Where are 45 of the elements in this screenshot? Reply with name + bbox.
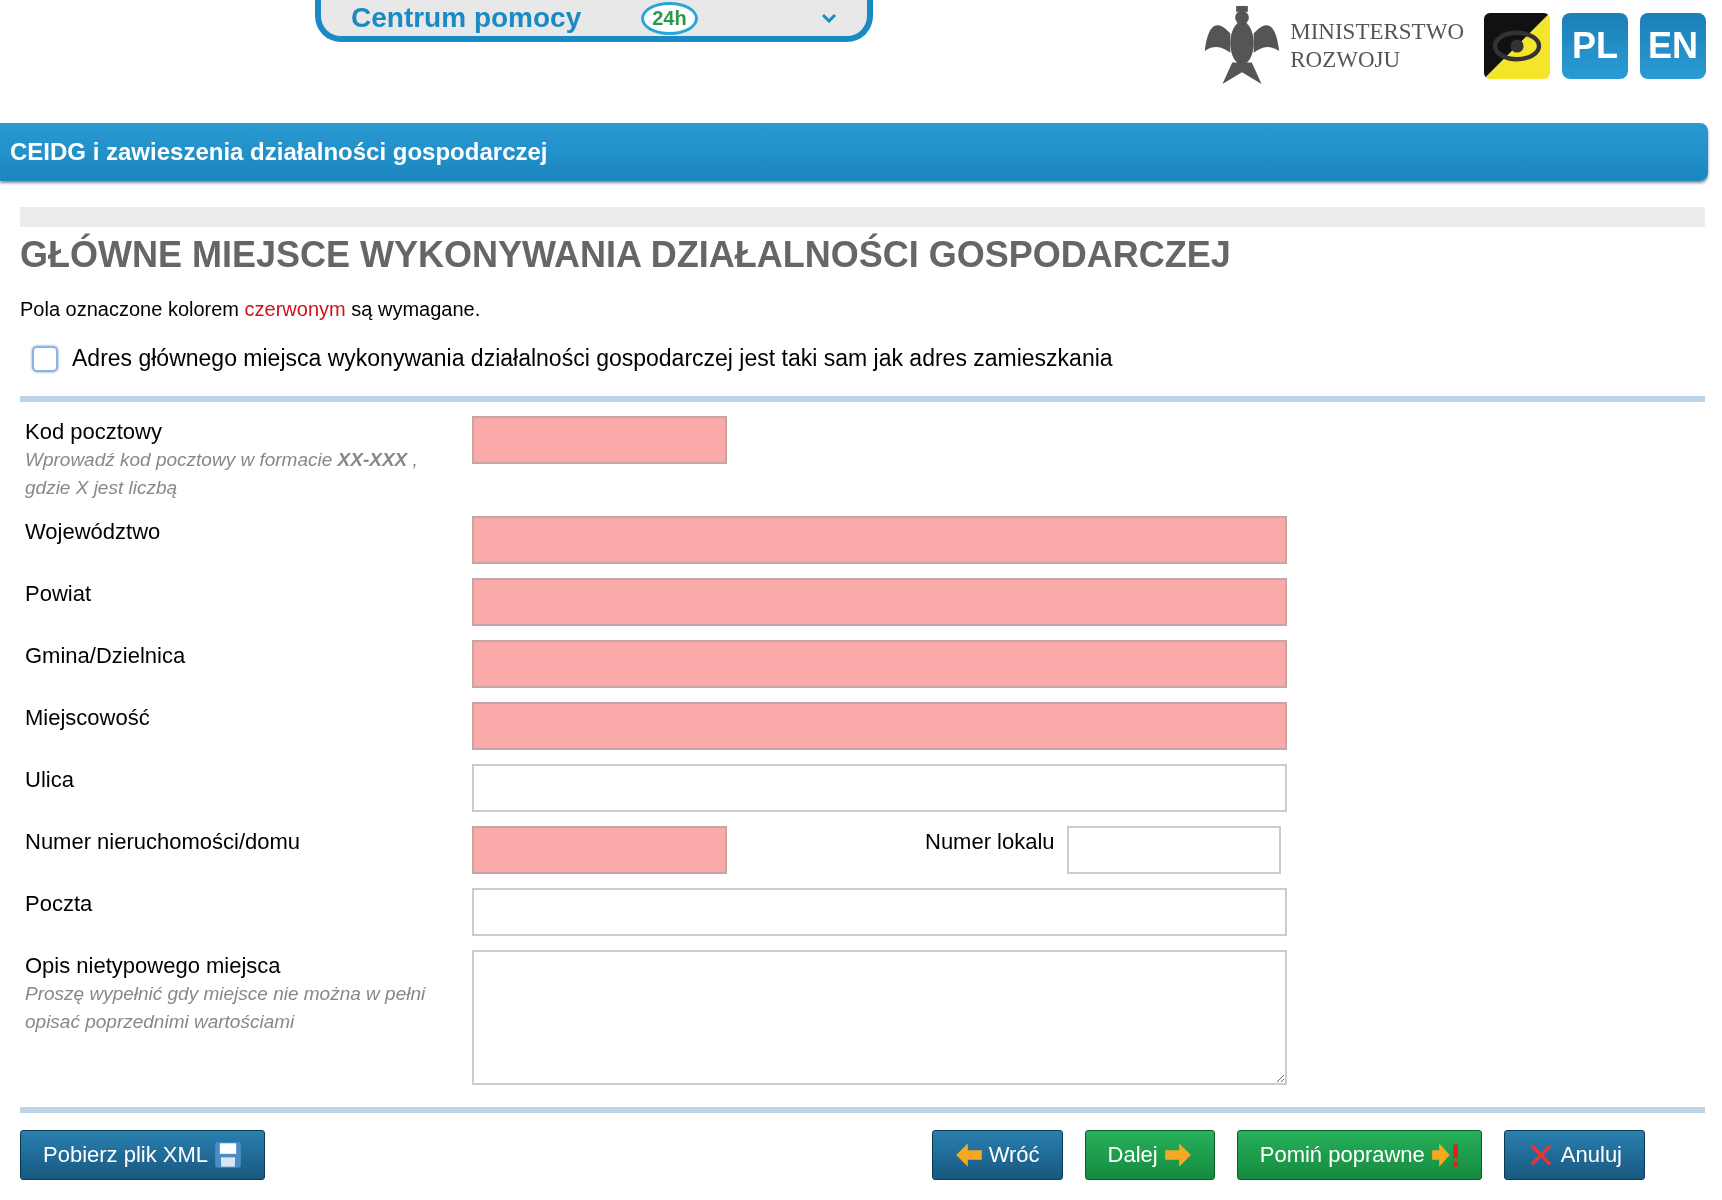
button[interactable]: Wróć xyxy=(931,1130,1063,1180)
badge: 24h xyxy=(641,1,698,35)
field-label: Gmina/Dzielnica xyxy=(25,642,187,670)
field-label: Numer lokalu xyxy=(925,828,1055,856)
language-button[interactable]: PL xyxy=(1562,13,1628,79)
field-hint: Wprowadź kod pocztowy w formacie XX-XXX , gdzie X jest liczbą xyxy=(25,448,419,500)
input-field[interactable] xyxy=(472,416,727,464)
field-label: Miejscowość xyxy=(25,704,151,732)
caret-icon xyxy=(821,13,837,23)
arrow-right-icon xyxy=(1163,1141,1192,1169)
button[interactable]: Pobierz plik XML xyxy=(20,1130,266,1180)
section-title: CEIDG i zawieszenia działalności gospodarczej xyxy=(9,138,548,166)
button[interactable]: Pomiń poprawne xyxy=(1236,1130,1482,1180)
checkbox-label: Adres głównego miejsca wykonywania działalności gospodarczej jest taki sam jak adres zamieszkania xyxy=(72,345,1113,372)
input-field[interactable] xyxy=(472,578,1287,626)
field-label: Opis nietypowego miejsca xyxy=(25,952,282,980)
input-field[interactable] xyxy=(472,888,1287,936)
input-field[interactable] xyxy=(472,764,1287,812)
field-label: Numer nieruchomości/domu xyxy=(25,828,302,856)
language-button[interactable]: EN xyxy=(1640,13,1706,79)
field-label: Poczta xyxy=(25,890,94,918)
input-field[interactable] xyxy=(472,516,1287,564)
input-field[interactable] xyxy=(472,640,1287,688)
field-label: Ulica xyxy=(25,766,75,794)
logo-text: ROZWOJU xyxy=(1290,46,1402,74)
input-field[interactable] xyxy=(472,702,1287,750)
text-area[interactable] xyxy=(472,950,1287,1085)
contrast-icon[interactable] xyxy=(1484,13,1550,79)
input-field[interactable] xyxy=(1066,826,1281,874)
required-note: Pola oznaczone kolorem czerwonym są wymagane. xyxy=(20,297,482,321)
button[interactable]: Anuluj xyxy=(1503,1130,1645,1180)
field-hint: Proszę wypełnić gdy miejsce nie można w pełni opisać poprzednimi wartościami xyxy=(25,982,427,1034)
field-label: Powiat xyxy=(25,580,93,608)
logo-text: MINISTERSTWO xyxy=(1290,18,1464,46)
field-label: Kod pocztowy xyxy=(25,418,163,446)
checkbox[interactable] xyxy=(32,345,58,372)
arrow-left-icon xyxy=(954,1141,983,1169)
ministry-logo[interactable]: MINISTERSTWO ROZWOJU xyxy=(1202,4,1464,88)
arrow-exclamation-icon xyxy=(1430,1141,1459,1169)
help-button[interactable]: Centrum pomocy 24h xyxy=(315,0,873,42)
button[interactable]: Dalej xyxy=(1084,1130,1215,1180)
form-title: GŁÓWNE MIEJSCE WYKONYWANIA DZIAŁALNOŚCI GOSPODARCZEJ xyxy=(20,235,1232,275)
field-label: Województwo xyxy=(25,518,162,546)
floppy-icon xyxy=(214,1141,243,1169)
input-field[interactable] xyxy=(472,826,727,874)
